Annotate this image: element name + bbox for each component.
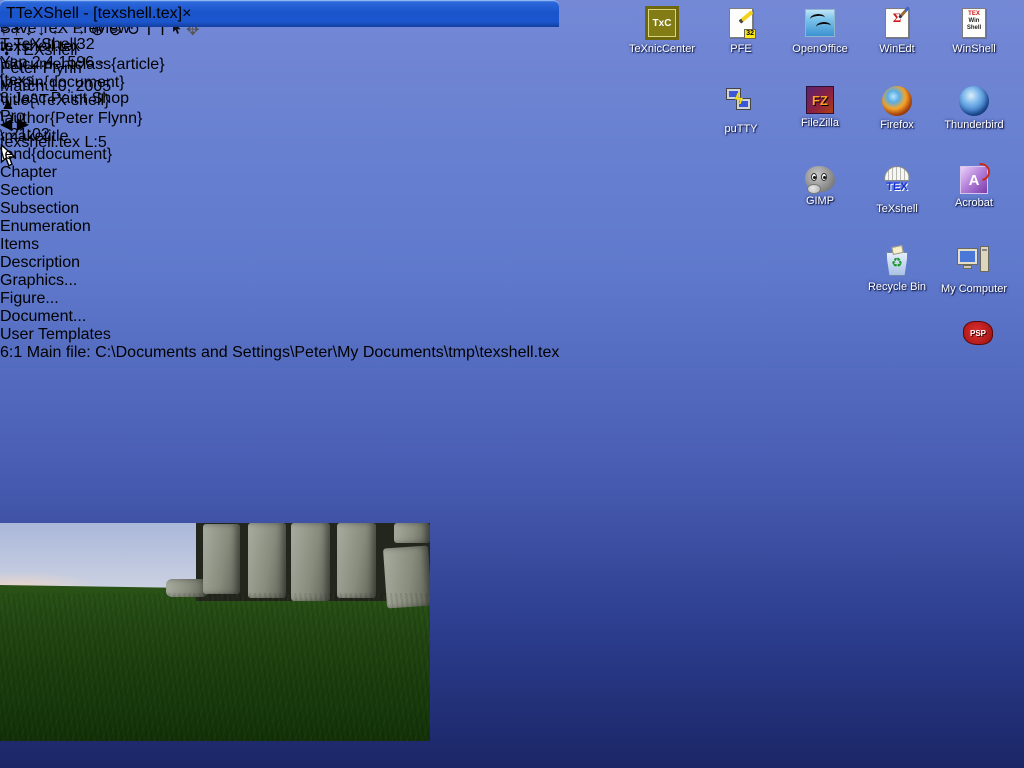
desktop-icon-label[interactable]: GIMP: [782, 195, 858, 207]
openoffice-icon[interactable]: [803, 6, 837, 40]
my-computer-icon[interactable]: [957, 246, 991, 280]
desktop: TxC TeXnicCenter 32 PFE OpenOffice Σ Win…: [0, 0, 1024, 768]
stone: [248, 523, 286, 598]
acrobat-icon[interactable]: A: [960, 166, 988, 194]
desktop-icon-label[interactable]: puTTY: [703, 123, 779, 135]
pfe-icon[interactable]: 32: [724, 6, 758, 40]
stone: [203, 524, 240, 594]
menu-item-figure[interactable]: Figure...: [0, 290, 559, 308]
close-button[interactable]: ×: [182, 5, 191, 22]
texniccenter-icon[interactable]: TxC: [645, 6, 679, 40]
texshell-icon[interactable]: TEX: [880, 166, 914, 200]
putty-icon[interactable]: ϟ: [724, 86, 758, 120]
desktop-icon-label[interactable]: Recycle Bin: [859, 281, 935, 293]
filezilla-icon[interactable]: FZ: [806, 86, 834, 114]
firefox-icon[interactable]: [882, 86, 912, 116]
menu-item-user-templates[interactable]: User Templates: [0, 326, 559, 344]
menu-item-graphics[interactable]: Graphics...: [0, 272, 559, 290]
desktop-icon-label[interactable]: Firefox: [859, 119, 935, 131]
templates-menu: Chapter Section Subsection Enumeration I…: [0, 164, 559, 344]
desktop-icon-label[interactable]: TeXnicCenter: [624, 43, 700, 55]
desktop-icon-label[interactable]: WinEdt: [859, 43, 935, 55]
stone: [394, 523, 430, 543]
menu-item-description[interactable]: Description: [0, 254, 559, 272]
desktop-icon-label[interactable]: WinShell: [936, 43, 1012, 55]
desktop-icon-label[interactable]: OpenOffice: [782, 43, 858, 55]
texshell-statusbar: 6:1 Main file: C:\Documents and Settings…: [0, 344, 559, 362]
stone: [337, 523, 376, 598]
editor-line: \author{Peter Flynn}: [0, 110, 559, 128]
winshell-icon[interactable]: TEXWinShell: [957, 6, 991, 40]
texshell-titlebar[interactable]: T TeXShell - [texshell.tex] ×: [0, 0, 559, 27]
desktop-icon-label[interactable]: My Computer: [936, 283, 1012, 295]
texshell-app-icon: T: [6, 5, 16, 23]
status-main-file: Main file: C:\Documents and Settings\Pet…: [27, 344, 560, 361]
desktop-icon-label[interactable]: TeXshell: [859, 203, 935, 215]
desktop-icon-label[interactable]: Thunderbird: [936, 119, 1012, 131]
wallpaper-stonehenge: [0, 523, 430, 741]
winedt-icon[interactable]: Σ: [880, 6, 914, 40]
desktop-icon-label[interactable]: FileZilla: [782, 117, 858, 129]
editor-line: \documentclass{article}: [0, 56, 559, 74]
menu-item-enumeration[interactable]: Enumeration: [0, 218, 559, 236]
desktop-icon-label[interactable]: PFE: [703, 43, 779, 55]
thunderbird-icon[interactable]: [959, 86, 989, 116]
editor-tabbar: texshell.tex: [0, 38, 559, 56]
stone: [291, 523, 330, 601]
recycle-bin-icon[interactable]: ♻: [884, 246, 910, 278]
tab-texshell-tex[interactable]: texshell.tex: [0, 38, 80, 55]
editor-line: \maketitle: [0, 128, 559, 146]
menu-item-chapter[interactable]: Chapter: [0, 164, 559, 182]
texshell-window-title: TeXShell - [texshell.tex]: [16, 5, 182, 23]
gimp-icon[interactable]: [805, 166, 835, 192]
texshell-window: T TeXShell - [texshell.tex] × T File Edi…: [0, 0, 559, 362]
menu-item-items[interactable]: Items: [0, 236, 559, 254]
editor-line: \end{document}: [0, 146, 559, 164]
desktop-icon-label[interactable]: Acrobat: [936, 197, 1012, 209]
editor-line: \title{\TeX shell}: [0, 92, 559, 110]
code-editor[interactable]: \documentclass{article} \begin{document}…: [0, 56, 559, 164]
paint-shop-pro-icon[interactable]: PSP: [963, 321, 993, 345]
grass-texture: [0, 593, 430, 741]
status-cursor-position: 6:1: [0, 344, 22, 361]
menu-item-section[interactable]: Section: [0, 182, 559, 200]
editor-line: \begin{document}: [0, 74, 559, 92]
menu-item-subsection[interactable]: Subsection: [0, 200, 559, 218]
menu-item-document[interactable]: Document...: [0, 308, 559, 326]
